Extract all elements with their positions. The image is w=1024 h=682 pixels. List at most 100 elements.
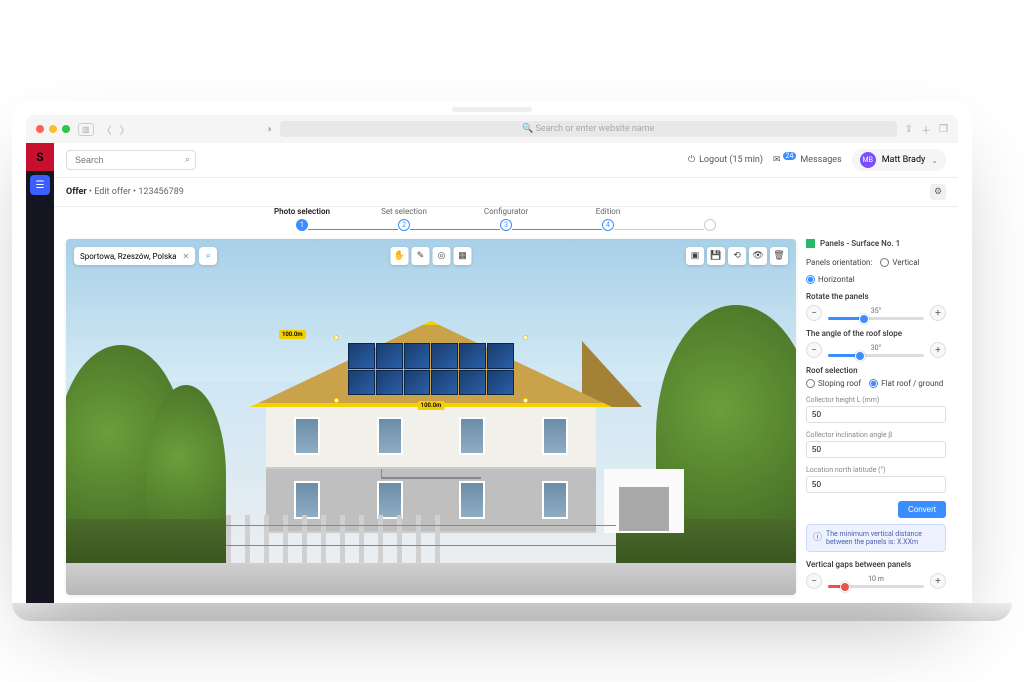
collector-incl-label: Collector inclination angle β [806, 431, 946, 439]
top-bar: ⌕ ⏻ Logout (15 min) ✉ 24 Messages MB Mat… [54, 143, 958, 178]
grid-tool-icon[interactable]: ▦ [454, 247, 472, 265]
breadcrumb-root[interactable]: Offer [66, 187, 87, 197]
laptop-base [12, 603, 1012, 621]
dimension-label: 100.0m [279, 330, 306, 339]
delete-icon[interactable]: 🗑 [770, 247, 788, 265]
workspace: Sportowa, Rzeszów, Polska ✕ ⌕ ✋ ✎ ◎ ▦ ▣ … [54, 239, 958, 603]
brand-logo-icon[interactable]: S [26, 143, 54, 171]
breadcrumb: Offer • Edit offer • 123456789 ⚙ [54, 178, 958, 207]
messages-badge: 24 [783, 152, 797, 160]
avatar: MB [860, 152, 876, 168]
address-bar[interactable]: 🔍 Search or enter website name [280, 121, 897, 137]
collector-h-label: Collector height L (mm) [806, 396, 946, 404]
resize-handle[interactable] [334, 335, 339, 340]
vgap-increment[interactable]: + [930, 573, 946, 589]
messages-link[interactable]: ✉ 24 Messages [773, 155, 842, 165]
address-value[interactable]: Sportowa, Rzeszów, Polska [80, 252, 177, 261]
search-input[interactable] [66, 150, 196, 170]
step-progress: Photo selection1 Set selection2 Configur… [54, 207, 958, 239]
angle-slider[interactable]: 30° [828, 343, 924, 357]
latitude-label: Location north latitude (°) [806, 466, 946, 474]
clear-icon[interactable]: ✕ [183, 252, 190, 261]
sidebar-toggle-icon[interactable]: ▥ [78, 123, 94, 136]
panel-title: Panels - Surface No. 1 [820, 239, 900, 248]
color-swatch-icon [806, 239, 815, 248]
rotate-decrement[interactable]: − [806, 305, 822, 321]
rotate-slider[interactable]: 35° [828, 306, 924, 320]
chevron-down-icon: ⌄ [931, 156, 938, 165]
step-photo[interactable]: Photo selection1 [296, 219, 308, 231]
action-toolbar: ▣ 💾 ⟲ 👁 🗑 [686, 247, 788, 265]
roof-flat[interactable]: Flat roof / ground [869, 379, 943, 388]
rotate-increment[interactable]: + [930, 305, 946, 321]
global-search: ⌕ [66, 150, 196, 170]
logout-link[interactable]: ⏻ Logout (15 min) [688, 155, 763, 165]
roof-sloping[interactable]: Sloping roof [806, 379, 861, 388]
house-illustration: 100.0m 100.0m [266, 405, 596, 533]
collector-incl-input[interactable] [806, 441, 946, 458]
photo-canvas[interactable]: Sportowa, Rzeszów, Polska ✕ ⌕ ✋ ✎ ◎ ▦ ▣ … [66, 239, 796, 595]
info-icon: ⓘ [813, 530, 822, 546]
orientation-row: Panels orientation: Vertical Horizontal [806, 258, 946, 284]
angle-decrement[interactable]: − [806, 342, 822, 358]
panel-array[interactable] [348, 343, 514, 395]
laptop-frame: ▥ 〈 〉 ◑ 🔍 Search or enter website name ⇪… [12, 101, 972, 603]
nav-menu-icon[interactable]: ☰ [30, 175, 50, 195]
envelope-icon: ✉ [773, 155, 781, 165]
hand-tool-icon[interactable]: ✋ [391, 247, 409, 265]
user-name: Matt Brady [882, 155, 926, 165]
minimize-window-icon[interactable] [49, 125, 57, 133]
roof-selection[interactable] [337, 338, 525, 400]
vgap-decrement[interactable]: − [806, 573, 822, 589]
app-root: S ☰ ⌕ ⏻ Logout (15 min) ✉ 24 Messages [26, 143, 958, 603]
angle-label: The angle of the roof slope [806, 329, 946, 338]
user-menu[interactable]: MB Matt Brady ⌄ [852, 149, 946, 171]
step-set[interactable]: Set selection2 [398, 219, 410, 231]
roof-sel-label: Roof selection [806, 366, 946, 375]
convert-button[interactable]: Convert [898, 501, 946, 518]
resize-handle[interactable] [334, 398, 339, 403]
browser-toolbar: ▥ 〈 〉 ◑ 🔍 Search or enter website name ⇪… [26, 115, 958, 143]
visibility-icon[interactable]: 👁 [749, 247, 767, 265]
search-icon[interactable]: ⌕ [185, 155, 190, 165]
step-edition[interactable]: Edition4 [602, 219, 614, 231]
collector-h-input[interactable] [806, 406, 946, 423]
house-scene: 100.0m 100.0m [66, 239, 796, 595]
refresh-icon[interactable]: ⟲ [728, 247, 746, 265]
address-controls: Sportowa, Rzeszów, Polska ✕ ⌕ [74, 247, 217, 265]
address-input-wrap: Sportowa, Rzeszów, Polska ✕ [74, 247, 195, 265]
breadcrumb-section[interactable]: Edit offer [94, 187, 131, 197]
settings-icon[interactable]: ⚙ [930, 184, 946, 200]
orientation-horizontal[interactable]: Horizontal [806, 275, 855, 284]
dimension-label: 100.0m [418, 401, 445, 410]
config-panel: Panels - Surface No. 1 Panels orientatio… [796, 239, 946, 595]
orientation-vertical[interactable]: Vertical [880, 258, 919, 267]
rotate-label: Rotate the panels [806, 292, 946, 301]
vgap-slider[interactable]: 10 m [828, 574, 924, 588]
new-tab-icon[interactable]: ＋ [921, 122, 931, 137]
close-window-icon[interactable] [36, 125, 44, 133]
window-controls [36, 125, 70, 133]
camera-notch [452, 107, 532, 112]
camera-icon[interactable]: ▣ [686, 247, 704, 265]
forward-icon[interactable]: 〉 [120, 122, 130, 137]
orientation-label: Panels orientation: [806, 258, 872, 267]
angle-increment[interactable]: + [930, 342, 946, 358]
panel-title-row: Panels - Surface No. 1 [806, 239, 946, 248]
resize-handle[interactable] [523, 335, 528, 340]
latitude-input[interactable] [806, 476, 946, 493]
step-final[interactable] [704, 219, 716, 231]
edit-toolbar: ✋ ✎ ◎ ▦ [391, 247, 472, 265]
address-search-icon[interactable]: ⌕ [199, 247, 217, 265]
nav-rail: S ☰ [26, 143, 54, 603]
maximize-window-icon[interactable] [62, 125, 70, 133]
draw-tool-icon[interactable]: ✎ [412, 247, 430, 265]
power-icon: ⏻ [688, 155, 695, 165]
tabs-icon[interactable]: ❐ [939, 124, 948, 135]
back-icon[interactable]: 〈 [102, 122, 112, 137]
shield-icon[interactable]: ◑ [266, 124, 272, 135]
step-configurator[interactable]: Configurator3 [500, 219, 512, 231]
share-icon[interactable]: ⇪ [905, 124, 913, 135]
target-tool-icon[interactable]: ◎ [433, 247, 451, 265]
save-icon[interactable]: 💾 [707, 247, 725, 265]
